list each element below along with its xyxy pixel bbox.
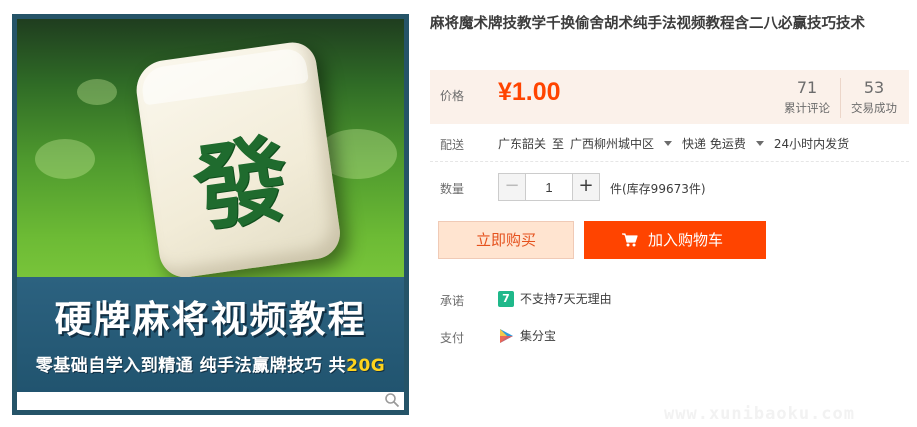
promise-row: 7 不支持7天无理由 <box>498 290 612 307</box>
banner-subtitle: 零基础自学入到精通 纯手法赢牌技巧 共20G <box>17 351 404 376</box>
shipping-label: 配送 <box>440 138 465 152</box>
product-photo[interactable]: 發 <box>17 19 404 277</box>
zoom-icon[interactable] <box>384 392 400 408</box>
ship-dispatch: 24小时内发货 <box>773 137 850 151</box>
ship-destination[interactable]: 广西柳州城中区 <box>570 137 654 151</box>
quantity-increase-button[interactable]: + <box>572 173 600 201</box>
product-gallery: 發 硬牌麻将视频教程 零基础自学入到精通 纯手法赢牌技巧 共20G <box>12 14 409 415</box>
promise-text[interactable]: 不支持7天无理由 <box>520 290 612 307</box>
divider <box>430 161 909 163</box>
payment-label: 支付 <box>440 331 465 345</box>
shipping-row: 广东韶关至广西柳州城中区 快递 免运费 24小时内发货 <box>498 135 855 152</box>
price-panel: 价格 ¥1.00 71 累计评论 53 交易成功 <box>430 70 909 124</box>
sales-stat: 53 交易成功 <box>841 78 907 116</box>
banner-subtitle-main: 零基础自学入到精通 纯手法赢牌技巧 共 <box>35 356 347 376</box>
destination-dropdown-icon[interactable] <box>664 141 673 146</box>
quantity-input[interactable] <box>526 173 572 201</box>
price-label: 价格 <box>440 89 465 103</box>
banner-title: 硬牌麻将视频教程 <box>54 298 367 341</box>
quantity-stepper: − + <box>498 173 600 201</box>
product-title: 麻将魔术牌技教学千换偷舍胡术纯手法视频教程含二八必赢技巧技术 <box>430 16 865 32</box>
mahjong-tile: 發 <box>132 39 344 277</box>
product-banner: 硬牌麻将视频教程 零基础自学入到精通 纯手法赢牌技巧 共20G <box>17 277 404 392</box>
ship-method[interactable]: 快递 免运费 <box>682 137 746 151</box>
ship-to-word: 至 <box>552 137 565 151</box>
ship-from: 广东韶关 <box>498 137 547 151</box>
reviews-count: 71 <box>796 78 818 97</box>
cart-icon <box>622 233 638 247</box>
promise-label: 承诺 <box>440 294 465 308</box>
jifenbao-icon <box>500 328 513 343</box>
seven-day-badge-icon: 7 <box>498 290 514 307</box>
quantity-decrease-button[interactable]: − <box>498 173 526 201</box>
method-dropdown-icon[interactable] <box>755 141 764 146</box>
watermark: www.xunibaoku.com <box>664 404 855 424</box>
sales-count: 53 <box>863 78 885 97</box>
add-to-cart-button[interactable]: 加入购物车 <box>584 221 766 259</box>
payment-text[interactable]: 集分宝 <box>520 327 556 344</box>
payment-row: 集分宝 <box>498 327 556 344</box>
reviews-stat[interactable]: 71 累计评论 <box>774 78 840 116</box>
tile-glyph: 發 <box>187 123 296 246</box>
price-value: ¥1.00 <box>498 78 561 106</box>
banner-subtitle-highlight: 20G <box>346 356 386 376</box>
sales-label: 交易成功 <box>851 101 897 115</box>
reviews-label: 累计评论 <box>784 101 830 115</box>
buy-now-button[interactable]: 立即购买 <box>438 221 574 259</box>
stock-text: 件(库存99673件) <box>610 182 706 196</box>
thumbnail-strip <box>17 392 404 410</box>
add-to-cart-label: 加入购物车 <box>648 231 724 249</box>
quantity-label: 数量 <box>440 182 465 196</box>
